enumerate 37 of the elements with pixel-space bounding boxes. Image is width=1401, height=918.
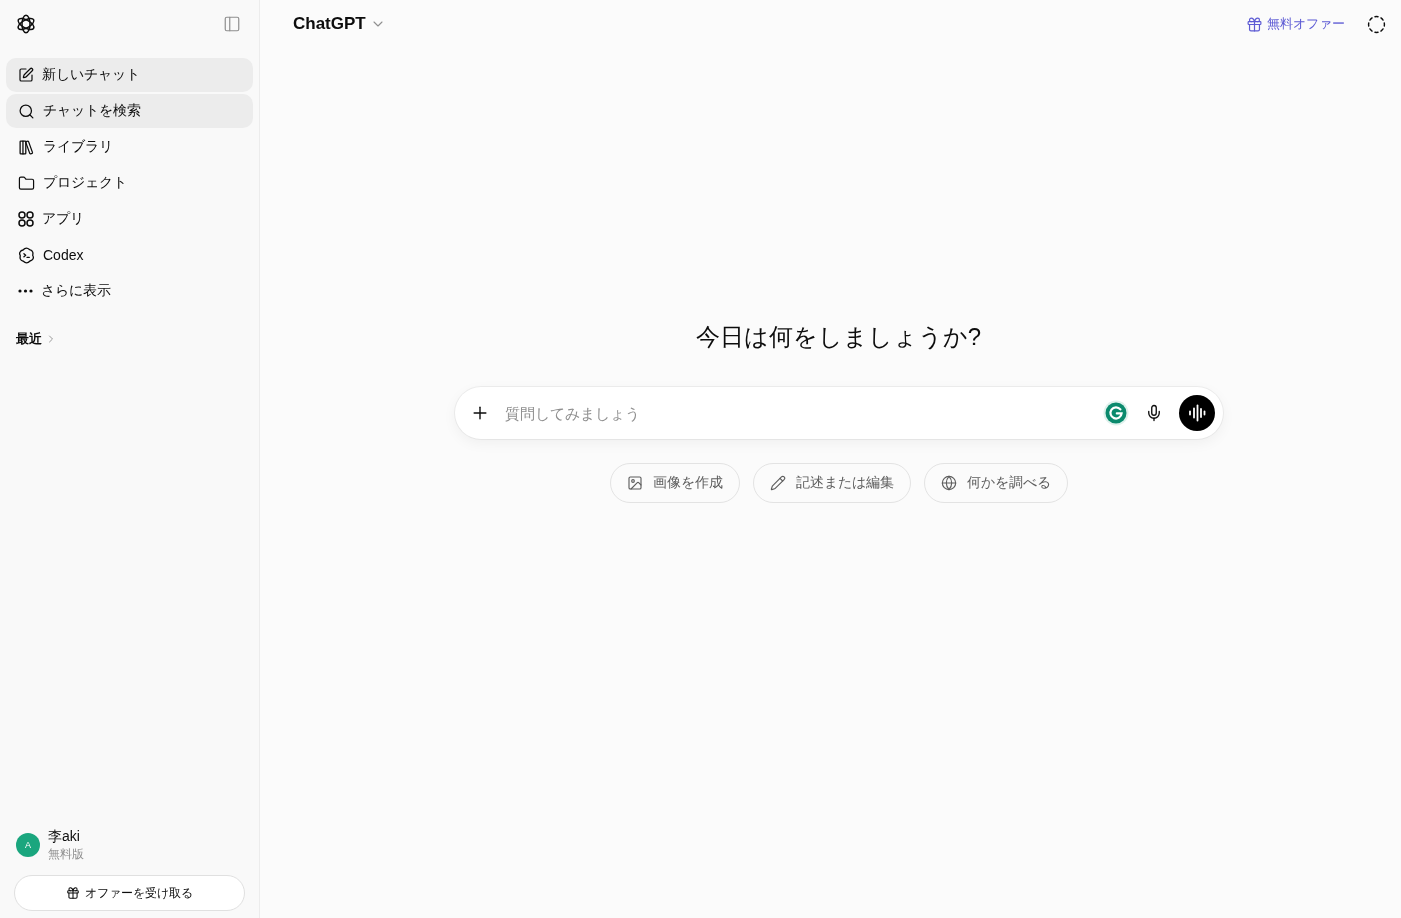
user-name: 李aki — [48, 827, 81, 845]
apps-grid-icon — [18, 211, 34, 227]
sidebar-item[interactable]: アプリ — [6, 202, 253, 236]
claim-offer-button[interactable]: オファーを受け取る — [14, 875, 245, 911]
sidebar-item[interactable]: プロジェクト — [6, 166, 253, 200]
pencil-icon — [769, 475, 786, 491]
free-offer-link[interactable]: 無料オファー — [1246, 15, 1345, 33]
sidebar-item[interactable]: さらに表示 — [6, 274, 253, 308]
globe-icon — [940, 475, 957, 491]
prompt-input[interactable]: 質問してみましょう — [504, 398, 1092, 428]
model-selector[interactable]: ChatGPT — [285, 10, 394, 38]
prompt-field[interactable]: 質問してみましょう — [454, 387, 1223, 439]
gift-icon — [66, 886, 80, 900]
home-logo-button[interactable] — [16, 14, 36, 34]
user-plan: 無料版 — [48, 846, 84, 862]
sidebar-item[interactable]: チャットを検索 — [6, 94, 253, 128]
sidebar-item[interactable]: ライブラリ — [6, 130, 253, 164]
sidebar-item[interactable]: 新しいチャット — [6, 58, 253, 92]
terminal-prompt-icon — [18, 246, 35, 264]
letter-g-badge-icon[interactable] — [1102, 400, 1129, 426]
voice-mode-button[interactable] — [1178, 395, 1215, 431]
logo-icon — [16, 14, 36, 34]
sidebar-item[interactable]: Codex — [6, 238, 253, 272]
sidebar-panel-icon — [223, 15, 241, 33]
waveform-icon — [1187, 404, 1206, 422]
books-icon — [18, 138, 35, 156]
dashed-circle-icon — [1367, 14, 1386, 34]
search-icon — [18, 102, 35, 120]
temporary-chat-button[interactable] — [1367, 14, 1386, 34]
ellipsis-icon — [18, 289, 33, 293]
page-heading: 今日は何をしましょうか? — [695, 322, 982, 352]
gift-icon — [1246, 15, 1263, 33]
image-icon — [626, 475, 643, 491]
recent-section-toggle[interactable]: 最近 — [16, 330, 57, 348]
compose-icon — [18, 67, 34, 83]
folder-icon — [18, 174, 35, 192]
sidebar-toggle-button[interactable] — [223, 15, 241, 33]
